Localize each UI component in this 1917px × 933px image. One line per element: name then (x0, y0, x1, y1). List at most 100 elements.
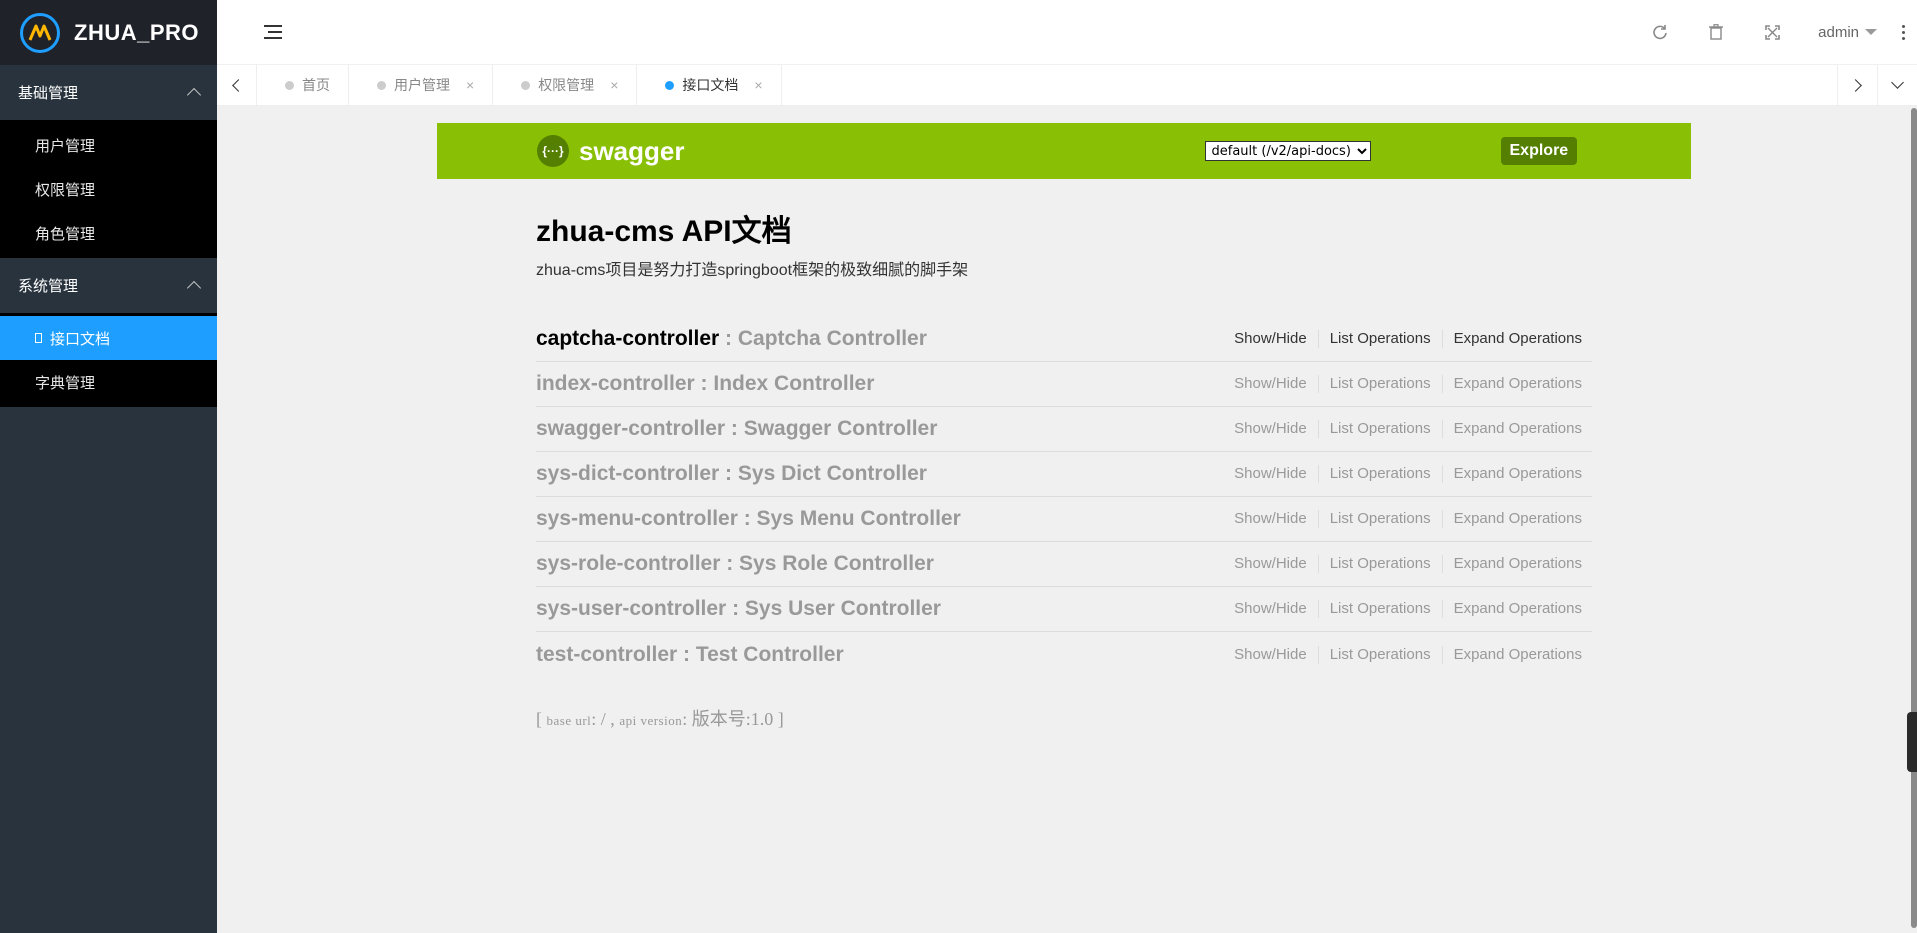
resource-name[interactable]: test-controller (536, 643, 677, 666)
resource-row: sys-dict-controller : Sys Dict Controlle… (536, 452, 1592, 497)
brand-name: ZHUA_PRO (74, 19, 200, 45)
main-content: {···} swagger default (/v2/api-docs) Exp… (217, 106, 1917, 933)
resource-name[interactable]: sys-menu-controller (536, 507, 738, 530)
page-scrollbar[interactable] (1911, 106, 1917, 933)
refresh-icon[interactable] (1632, 0, 1688, 64)
resource-description: : Sys Dict Controller (719, 462, 927, 485)
brand-logo-icon (20, 12, 60, 53)
resource-title[interactable]: sys-user-controller : Sys User Controlle… (536, 597, 941, 621)
sidebar-group-system[interactable]: 系统管理 (0, 258, 217, 313)
swagger-logo-icon: {···} (537, 135, 569, 167)
resource-name[interactable]: index-controller (536, 372, 695, 395)
chevron-down-icon (1891, 76, 1904, 89)
sidebar-item-permissions[interactable]: 权限管理 (0, 167, 217, 211)
sidebar-group-label: 基础管理 (18, 85, 79, 102)
expand-operations-link[interactable]: Expand Operations (1443, 465, 1582, 483)
resource-name[interactable]: captcha-controller (536, 327, 719, 350)
chevron-up-icon (186, 280, 202, 296)
tabs-scroll-left[interactable] (217, 65, 257, 105)
list-operations-link[interactable]: List Operations (1319, 645, 1443, 664)
swagger-logo[interactable]: {···} swagger (537, 135, 685, 167)
show-hide-link[interactable]: Show/Hide (1223, 600, 1319, 618)
sidebar-item-roles[interactable]: 角色管理 (0, 211, 217, 255)
explore-button[interactable]: Explore (1500, 137, 1578, 165)
expand-operations-link[interactable]: Expand Operations (1443, 375, 1582, 393)
resource-operations: Show/Hide List Operations Expand Operation… (1223, 600, 1592, 618)
resource-operations: Show/Hide List Operations Expand Operation… (1223, 555, 1592, 573)
resource-operations: Show/Hide List Operations Expand Operation… (1223, 645, 1592, 664)
menu-toggle-icon[interactable] (264, 25, 282, 39)
sidebar-group-label: 系统管理 (18, 278, 79, 295)
show-hide-link[interactable]: Show/Hide (1223, 555, 1319, 573)
show-hide-link[interactable]: Show/Hide (1223, 645, 1319, 664)
list-operations-link[interactable]: List Operations (1319, 420, 1443, 438)
resource-description: : Sys User Controller (726, 597, 941, 620)
api-spec-select[interactable]: default (/v2/api-docs) (1204, 141, 1371, 161)
tab-dot (665, 80, 675, 90)
resource-name[interactable]: sys-role-controller (536, 552, 720, 575)
more-vertical-icon[interactable] (1889, 24, 1917, 40)
sidebar-item-dictionary[interactable]: 字典管理 (0, 360, 217, 404)
document-icon (35, 333, 42, 343)
show-hide-link[interactable]: Show/Hide (1223, 330, 1319, 348)
list-operations-link[interactable]: List Operations (1319, 330, 1443, 348)
tabs-scroll-right[interactable] (1837, 65, 1877, 105)
base-url-label: base url (546, 713, 592, 728)
tab-dot (285, 80, 294, 90)
expand-operations-link[interactable]: Expand Operations (1443, 600, 1582, 618)
show-hide-link[interactable]: Show/Hide (1223, 375, 1319, 393)
tab-api-docs[interactable]: 接口文档 × (637, 65, 782, 105)
resource-name[interactable]: swagger-controller (536, 417, 725, 440)
sidebar-item-users[interactable]: 用户管理 (0, 123, 217, 167)
show-hide-link[interactable]: Show/Hide (1223, 465, 1319, 483)
chevron-up-icon (186, 87, 202, 103)
resource-title[interactable]: index-controller : Index Controller (536, 372, 874, 396)
resource-title[interactable]: sys-role-controller : Sys Role Controlle… (536, 552, 934, 576)
expand-operations-link[interactable]: Expand Operations (1443, 420, 1582, 438)
list-operations-link[interactable]: List Operations (1319, 510, 1443, 528)
show-hide-link[interactable]: Show/Hide (1223, 510, 1319, 528)
resource-title[interactable]: captcha-controller : Captcha Controller (536, 327, 927, 351)
expand-operations-link[interactable]: Expand Operations (1443, 646, 1582, 664)
resource-name[interactable]: sys-user-controller (536, 597, 726, 620)
tab-users[interactable]: 用户管理 × (349, 65, 494, 105)
resource-row: swagger-controller : Swagger Controller S… (536, 407, 1592, 452)
expand-operations-link[interactable]: Expand Operations (1443, 555, 1582, 573)
tab-label: 权限管理 (538, 77, 595, 93)
close-icon[interactable]: × (754, 77, 762, 93)
user-menu[interactable]: admin (1800, 24, 1889, 41)
api-footer: [ base url: / , api version: 版本号:1.0 ] (536, 705, 1592, 731)
logo[interactable]: ZHUA_PRO (0, 0, 217, 65)
list-operations-link[interactable]: List Operations (1319, 600, 1443, 618)
swagger-header: {···} swagger default (/v2/api-docs) Exp… (437, 123, 1691, 179)
tab-home[interactable]: 首页 (257, 65, 349, 105)
caret-down-icon (1865, 29, 1877, 35)
tab-dot (521, 80, 531, 90)
resource-title[interactable]: test-controller : Test Controller (536, 643, 844, 667)
fullscreen-icon[interactable] (1744, 0, 1800, 64)
sidebar-item-api-docs[interactable]: 接口文档 (0, 316, 217, 360)
resource-row: captcha-controller : Captcha Controller S… (536, 317, 1592, 362)
tab-permissions[interactable]: 权限管理 × (493, 65, 638, 105)
list-operations-link[interactable]: List Operations (1319, 555, 1443, 573)
tabs-bar: 首页 用户管理 × 权限管理 × 接口文档 × (217, 65, 1917, 106)
side-floating-widget[interactable] (1907, 712, 1917, 772)
swagger-title: swagger (579, 135, 685, 166)
list-operations-link[interactable]: List Operations (1319, 375, 1443, 393)
show-hide-link[interactable]: Show/Hide (1223, 420, 1319, 438)
close-icon[interactable]: × (610, 77, 618, 93)
expand-operations-link[interactable]: Expand Operations (1443, 330, 1582, 348)
list-operations-link[interactable]: List Operations (1319, 465, 1443, 483)
trash-icon[interactable] (1688, 0, 1744, 64)
resource-name[interactable]: sys-dict-controller (536, 462, 719, 485)
expand-operations-link[interactable]: Expand Operations (1443, 510, 1582, 528)
resource-title[interactable]: sys-dict-controller : Sys Dict Controlle… (536, 462, 927, 486)
username: admin (1818, 23, 1859, 41)
close-icon[interactable]: × (466, 77, 474, 93)
resource-title[interactable]: sys-menu-controller : Sys Menu Controlle… (536, 507, 961, 531)
tabs-dropdown[interactable] (1877, 65, 1917, 105)
resource-title[interactable]: swagger-controller : Swagger Controller (536, 417, 937, 441)
resource-description: : Index Controller (694, 372, 875, 395)
sidebar-group-basic[interactable]: 基础管理 (0, 65, 217, 120)
chevron-left-icon (232, 78, 245, 92)
